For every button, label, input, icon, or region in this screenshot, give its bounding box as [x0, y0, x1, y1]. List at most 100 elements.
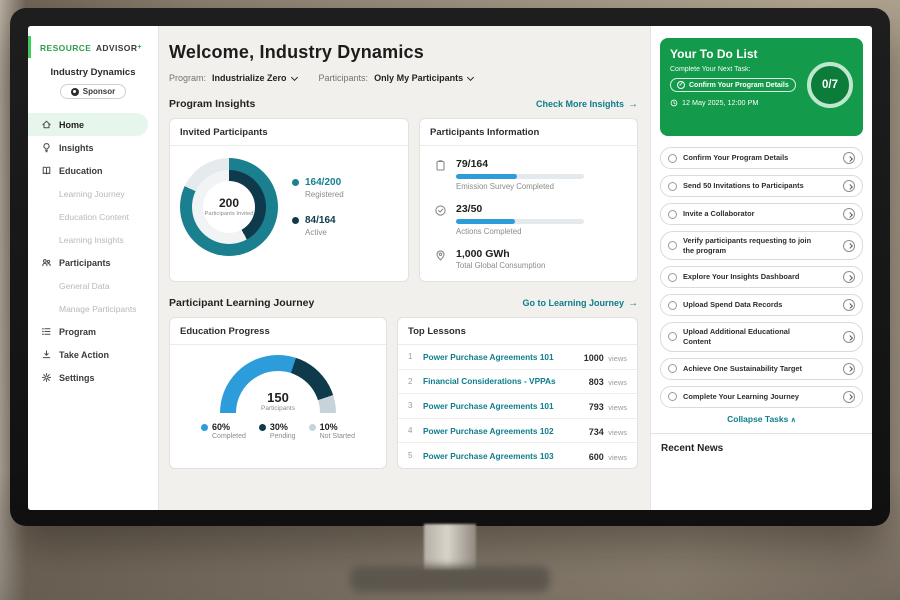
sidebar-item-general-data[interactable]: General Data: [28, 274, 158, 297]
sidebar-item-participants[interactable]: Participants: [28, 251, 158, 274]
task-checkbox[interactable]: [668, 241, 677, 250]
task-label: Invite a Collaborator: [683, 209, 813, 219]
card-title: Education Progress: [170, 318, 386, 345]
check-more-insights-link[interactable]: Check More Insights: [536, 99, 638, 110]
lesson-row[interactable]: 2 Financial Considerations - VPPAs 803 v…: [398, 370, 637, 395]
chevron-down-icon: [467, 73, 474, 80]
active-dot-icon: [292, 217, 299, 224]
sidebar-item-label: Learning Insights: [59, 235, 124, 245]
sidebar-item-education[interactable]: Education: [28, 159, 158, 182]
legend-pending: 30% Pending: [259, 422, 296, 440]
task-item[interactable]: Upload Spend Data Records: [660, 294, 863, 316]
legend-active: 84/164 Active: [292, 215, 344, 237]
lesson-rank: 5: [408, 451, 415, 460]
lightbulb-icon: [40, 142, 52, 154]
go-to-learning-journey-link[interactable]: Go to Learning Journey: [522, 298, 638, 309]
next-task-label: Confirm Your Program Details: [689, 82, 789, 89]
todo-progress-value: 0/7: [822, 79, 838, 91]
sponsor-label: Sponsor: [83, 87, 115, 96]
task-checkbox[interactable]: [668, 364, 677, 373]
task-chevron-icon[interactable]: [843, 271, 855, 283]
completed-dot-icon: [201, 424, 208, 431]
gear-icon: [40, 372, 52, 384]
lesson-title-link[interactable]: Power Purchase Agreements 101: [423, 401, 581, 411]
participants-filter-label: Participants:: [319, 73, 369, 83]
lesson-views: 1000 views: [584, 348, 627, 366]
sidebar-item-home[interactable]: Home: [28, 113, 148, 136]
book-icon: [40, 165, 52, 177]
program-dropdown-value: Industrialize Zero: [212, 73, 287, 83]
lesson-views: 803 views: [589, 372, 627, 390]
pending-label: Pending: [270, 433, 296, 440]
sidebar-item-education-content[interactable]: Education Content: [28, 205, 158, 228]
todo-panel: Your To Do List Complete Your Next Task:…: [650, 26, 872, 510]
program-insights-header: Program Insights Check More Insights: [169, 98, 638, 110]
lesson-row[interactable]: 3 Power Purchase Agreements 101 793 view…: [398, 394, 637, 419]
sidebar-item-program[interactable]: Program: [28, 320, 158, 343]
task-item[interactable]: Verify participants requesting to join t…: [660, 231, 863, 260]
logo-advisor: ADVISOR: [96, 43, 138, 53]
page-title: Welcome, Industry Dynamics: [169, 42, 638, 63]
participants-dropdown[interactable]: Only My Participants: [374, 73, 473, 83]
task-checkbox[interactable]: [668, 332, 677, 341]
sidebar-item-learning-insights[interactable]: Learning Insights: [28, 228, 158, 251]
task-chevron-icon[interactable]: [843, 240, 855, 252]
lesson-title-link[interactable]: Power Purchase Agreements 102: [423, 426, 581, 436]
pending-dot-icon: [259, 424, 266, 431]
task-item[interactable]: Upload Additional Educational Content: [660, 322, 863, 351]
task-chevron-icon[interactable]: [843, 331, 855, 343]
task-chevron-icon[interactable]: [843, 152, 855, 164]
card-title: Participants Information: [420, 119, 637, 146]
lesson-title-link[interactable]: Power Purchase Agreements 103: [423, 451, 581, 461]
task-checkbox[interactable]: [668, 154, 677, 163]
registered-label: Registered: [305, 190, 344, 199]
task-checkbox[interactable]: [668, 273, 677, 282]
task-chevron-icon[interactable]: [843, 391, 855, 403]
stat-label: Emission Survey Completed: [456, 182, 584, 191]
sidebar-item-label: Settings: [59, 373, 95, 383]
task-label: Verify participants requesting to join t…: [683, 236, 813, 255]
pending-value: 30%: [270, 422, 288, 432]
lesson-row[interactable]: 4 Power Purchase Agreements 102 734 view…: [398, 419, 637, 444]
gauge-value: 150: [220, 390, 336, 405]
task-item[interactable]: Send 50 Invitations to Participants: [660, 175, 863, 197]
program-dropdown[interactable]: Industrialize Zero: [212, 73, 297, 83]
lesson-row[interactable]: 1 Power Purchase Agreements 101 1000 vie…: [398, 345, 637, 370]
task-chevron-icon[interactable]: [843, 180, 855, 192]
next-task-pill[interactable]: Confirm Your Program Details: [670, 78, 796, 92]
progress-bar: [456, 219, 584, 224]
sidebar-item-settings[interactable]: Settings: [28, 366, 158, 389]
sidebar-item-label: Manage Participants: [59, 304, 137, 314]
task-chevron-icon[interactable]: [843, 363, 855, 375]
lesson-title-link[interactable]: Financial Considerations - VPPAs: [423, 376, 581, 386]
task-checkbox[interactable]: [668, 392, 677, 401]
task-item[interactable]: Explore Your Insights Dashboard: [660, 266, 863, 288]
list-icon: [40, 326, 52, 338]
sponsor-badge[interactable]: Sponsor: [60, 84, 126, 99]
lesson-title-link[interactable]: Power Purchase Agreements 101: [423, 352, 576, 362]
sidebar-item-label: Education: [59, 166, 103, 176]
sidebar-item-take-action[interactable]: Take Action: [28, 343, 158, 366]
stat-value: 79/164: [456, 158, 584, 170]
sidebar-item-learning-journey[interactable]: Learning Journey: [28, 182, 158, 205]
invited-total: 200: [219, 196, 239, 210]
top-lessons-card: Top Lessons 1 Power Purchase Agreements …: [397, 317, 638, 469]
task-item[interactable]: Complete Your Learning Journey: [660, 386, 863, 408]
task-chevron-icon[interactable]: [843, 299, 855, 311]
clock-icon: [670, 99, 678, 107]
task-item[interactable]: Confirm Your Program Details: [660, 147, 863, 169]
task-checkbox[interactable]: [668, 182, 677, 191]
task-chevron-icon[interactable]: [843, 208, 855, 220]
task-item[interactable]: Invite a Collaborator: [660, 203, 863, 225]
collapse-label: Collapse Tasks: [727, 414, 788, 424]
sidebar-item-manage-participants[interactable]: Manage Participants: [28, 297, 158, 320]
task-item[interactable]: Achieve One Sustainability Target: [660, 358, 863, 380]
lesson-views: 793 views: [589, 397, 627, 415]
lesson-row[interactable]: 5 Power Purchase Agreements 103 600 view…: [398, 443, 637, 468]
task-checkbox[interactable]: [668, 301, 677, 310]
task-checkbox[interactable]: [668, 210, 677, 219]
download-icon: [40, 349, 52, 361]
sidebar-item-insights[interactable]: Insights: [28, 136, 158, 159]
active-label: Active: [305, 228, 336, 237]
collapse-tasks-link[interactable]: Collapse Tasks ∧: [660, 414, 863, 424]
